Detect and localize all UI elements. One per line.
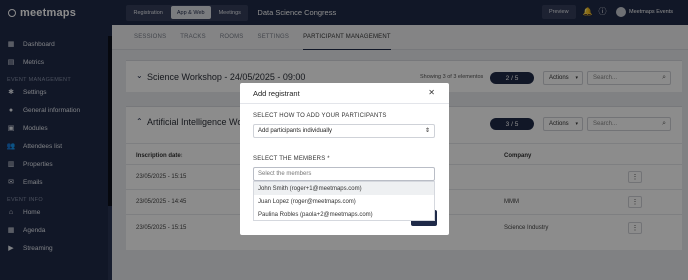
add-method-select[interactable]: Add participants individually ⇕ [253,124,435,138]
select-how-label: SELECT HOW TO ADD YOUR PARTICIPANTS [253,113,387,119]
member-option[interactable]: John Smith (roger+1@meetmaps.com) [254,182,434,195]
members-input[interactable]: Select the members [253,167,435,181]
close-icon[interactable]: ✕ [428,88,435,97]
modal-title: Add registrant [240,83,449,104]
member-option[interactable]: Paulina Robles (paola+2@meetmaps.com) [254,208,434,221]
member-option[interactable]: Juan Lopez (roger@meetmaps.com) [254,195,434,208]
members-placeholder: Select the members [258,171,312,177]
add-method-value: Add participants individually [258,128,333,134]
members-dropdown: John Smith (roger+1@meetmaps.com) Juan L… [253,181,435,221]
members-label: SELECT THE MEMBERS * [253,156,330,162]
select-arrows-icon: ⇕ [424,128,430,134]
